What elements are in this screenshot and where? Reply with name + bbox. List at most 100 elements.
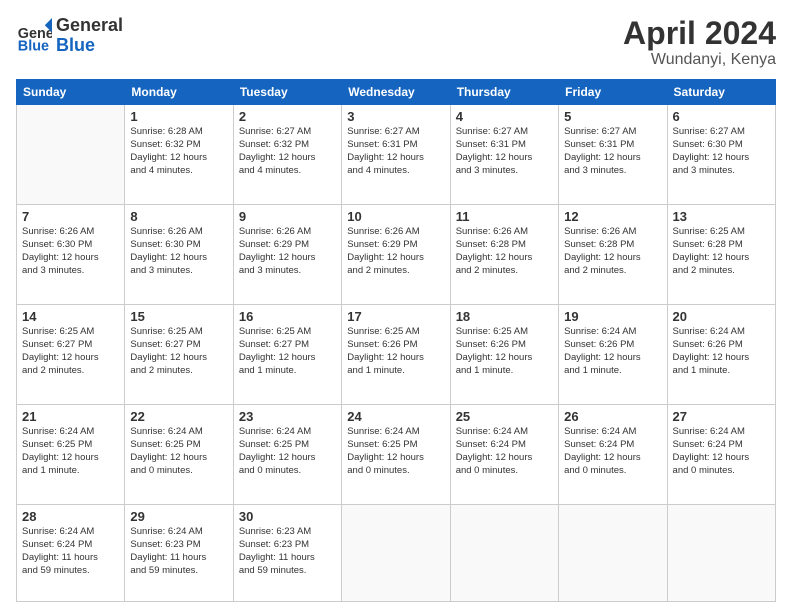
day-number: 22 [130,409,227,424]
calendar-week-row: 21 Sunrise: 6:24 AM Sunset: 6:25 PM Dayli… [17,405,776,505]
calendar-cell: 15 Sunrise: 6:25 AM Sunset: 6:27 PM Dayli… [125,305,233,405]
day-number: 1 [130,109,227,124]
header: General Blue General Blue April 2024 Wun… [16,16,776,69]
calendar-week-row: 28 Sunrise: 6:24 AM Sunset: 6:24 PM Dayli… [17,505,776,602]
weekday-header-thursday: Thursday [450,80,558,105]
calendar-cell [17,105,125,205]
day-number: 28 [22,509,119,524]
day-number: 15 [130,309,227,324]
calendar-cell: 23 Sunrise: 6:24 AM Sunset: 6:25 PM Dayli… [233,405,341,505]
day-number: 14 [22,309,119,324]
day-info: Sunrise: 6:26 AM Sunset: 6:29 PM Dayligh… [239,226,336,277]
day-number: 13 [673,209,770,224]
calendar-cell: 26 Sunrise: 6:24 AM Sunset: 6:24 PM Dayli… [559,405,667,505]
calendar-cell: 2Sunrise: 6:27 AM Sunset: 6:32 PM Daylig… [233,105,341,205]
day-info: Sunrise: 6:25 AM Sunset: 6:27 PM Dayligh… [22,326,119,377]
day-info: Sunrise: 6:26 AM Sunset: 6:28 PM Dayligh… [564,226,661,277]
day-number: 2 [239,109,336,124]
weekday-header-monday: Monday [125,80,233,105]
calendar-week-row: 14 Sunrise: 6:25 AM Sunset: 6:27 PM Dayli… [17,305,776,405]
title-section: April 2024 Wundanyi, Kenya [623,16,776,69]
day-info: Sunrise: 6:24 AM Sunset: 6:23 PM Dayligh… [130,526,227,577]
day-info: Sunrise: 6:26 AM Sunset: 6:30 PM Dayligh… [22,226,119,277]
day-info: Sunrise: 6:24 AM Sunset: 6:25 PM Dayligh… [239,426,336,477]
day-info: Sunrise: 6:26 AM Sunset: 6:30 PM Dayligh… [130,226,227,277]
calendar-week-row: 1 Sunrise: 6:28 AM Sunset: 6:32 PM Daylig… [17,105,776,205]
day-number: 24 [347,409,444,424]
calendar-cell: 22 Sunrise: 6:24 AM Sunset: 6:25 PM Dayli… [125,405,233,505]
calendar-cell: 12Sunrise: 6:26 AM Sunset: 6:28 PM Dayli… [559,205,667,305]
day-number: 21 [22,409,119,424]
calendar-cell: 10Sunrise: 6:26 AM Sunset: 6:29 PM Dayli… [342,205,450,305]
calendar-cell [667,505,775,602]
day-number: 17 [347,309,444,324]
weekday-header-sunday: Sunday [17,80,125,105]
logo-blue-text: Blue [56,36,123,56]
day-info: Sunrise: 6:24 AM Sunset: 6:25 PM Dayligh… [347,426,444,477]
day-info: Sunrise: 6:26 AM Sunset: 6:29 PM Dayligh… [347,226,444,277]
calendar-cell: 25 Sunrise: 6:24 AM Sunset: 6:24 PM Dayli… [450,405,558,505]
day-info: Sunrise: 6:24 AM Sunset: 6:25 PM Dayligh… [22,426,119,477]
day-info: Sunrise: 6:25 AM Sunset: 6:27 PM Dayligh… [130,326,227,377]
calendar-cell: 24 Sunrise: 6:24 AM Sunset: 6:25 PM Dayli… [342,405,450,505]
calendar-cell: 21 Sunrise: 6:24 AM Sunset: 6:25 PM Dayli… [17,405,125,505]
day-info: Sunrise: 6:27 AM Sunset: 6:31 PM Dayligh… [347,126,444,177]
day-number: 23 [239,409,336,424]
day-number: 9 [239,209,336,224]
day-number: 30 [239,509,336,524]
day-info: Sunrise: 6:24 AM Sunset: 6:24 PM Dayligh… [456,426,553,477]
day-info: Sunrise: 6:27 AM Sunset: 6:31 PM Dayligh… [564,126,661,177]
day-info: Sunrise: 6:25 AM Sunset: 6:26 PM Dayligh… [456,326,553,377]
logo-icon: General Blue [16,18,52,54]
logo: General Blue General Blue [16,16,123,56]
day-info: Sunrise: 6:28 AM Sunset: 6:32 PM Dayligh… [130,126,227,177]
day-number: 16 [239,309,336,324]
day-info: Sunrise: 6:26 AM Sunset: 6:28 PM Dayligh… [456,226,553,277]
calendar-cell: 5 Sunrise: 6:27 AM Sunset: 6:31 PM Daylig… [559,105,667,205]
day-info: Sunrise: 6:24 AM Sunset: 6:24 PM Dayligh… [564,426,661,477]
weekday-header-saturday: Saturday [667,80,775,105]
calendar-cell: 13 Sunrise: 6:25 AM Sunset: 6:28 PM Dayli… [667,205,775,305]
calendar-cell: 1 Sunrise: 6:28 AM Sunset: 6:32 PM Daylig… [125,105,233,205]
day-number: 20 [673,309,770,324]
calendar-page: General Blue General Blue April 2024 Wun… [0,0,792,612]
calendar-cell: 6Sunrise: 6:27 AM Sunset: 6:30 PM Daylig… [667,105,775,205]
day-number: 7 [22,209,119,224]
day-info: Sunrise: 6:24 AM Sunset: 6:25 PM Dayligh… [130,426,227,477]
day-info: Sunrise: 6:23 AM Sunset: 6:23 PM Dayligh… [239,526,336,577]
calendar-cell: 20 Sunrise: 6:24 AM Sunset: 6:26 PM Dayli… [667,305,775,405]
calendar-cell: 29Sunrise: 6:24 AM Sunset: 6:23 PM Dayli… [125,505,233,602]
calendar-cell: 19Sunrise: 6:24 AM Sunset: 6:26 PM Dayli… [559,305,667,405]
day-info: Sunrise: 6:25 AM Sunset: 6:28 PM Dayligh… [673,226,770,277]
day-number: 4 [456,109,553,124]
day-info: Sunrise: 6:25 AM Sunset: 6:27 PM Dayligh… [239,326,336,377]
calendar-cell: 11Sunrise: 6:26 AM Sunset: 6:28 PM Dayli… [450,205,558,305]
day-number: 25 [456,409,553,424]
location-title: Wundanyi, Kenya [623,51,776,69]
month-title: April 2024 [623,16,776,51]
calendar-cell: 4Sunrise: 6:27 AM Sunset: 6:31 PM Daylig… [450,105,558,205]
weekday-header-tuesday: Tuesday [233,80,341,105]
day-number: 6 [673,109,770,124]
day-info: Sunrise: 6:25 AM Sunset: 6:26 PM Dayligh… [347,326,444,377]
day-number: 26 [564,409,661,424]
svg-text:Blue: Blue [18,38,49,54]
day-info: Sunrise: 6:24 AM Sunset: 6:24 PM Dayligh… [673,426,770,477]
calendar-cell [559,505,667,602]
day-number: 18 [456,309,553,324]
day-number: 8 [130,209,227,224]
day-info: Sunrise: 6:24 AM Sunset: 6:26 PM Dayligh… [673,326,770,377]
calendar-cell: 8 Sunrise: 6:26 AM Sunset: 6:30 PM Daylig… [125,205,233,305]
calendar-cell: 16 Sunrise: 6:25 AM Sunset: 6:27 PM Dayli… [233,305,341,405]
calendar-cell: 7 Sunrise: 6:26 AM Sunset: 6:30 PM Daylig… [17,205,125,305]
calendar-cell: 30 Sunrise: 6:23 AM Sunset: 6:23 PM Dayli… [233,505,341,602]
calendar-table: SundayMondayTuesdayWednesdayThursdayFrid… [16,79,776,602]
day-number: 3 [347,109,444,124]
day-number: 19 [564,309,661,324]
calendar-cell: 18 Sunrise: 6:25 AM Sunset: 6:26 PM Dayli… [450,305,558,405]
calendar-cell: 9 Sunrise: 6:26 AM Sunset: 6:29 PM Daylig… [233,205,341,305]
day-number: 27 [673,409,770,424]
day-number: 5 [564,109,661,124]
day-info: Sunrise: 6:24 AM Sunset: 6:24 PM Dayligh… [22,526,119,577]
calendar-cell [450,505,558,602]
